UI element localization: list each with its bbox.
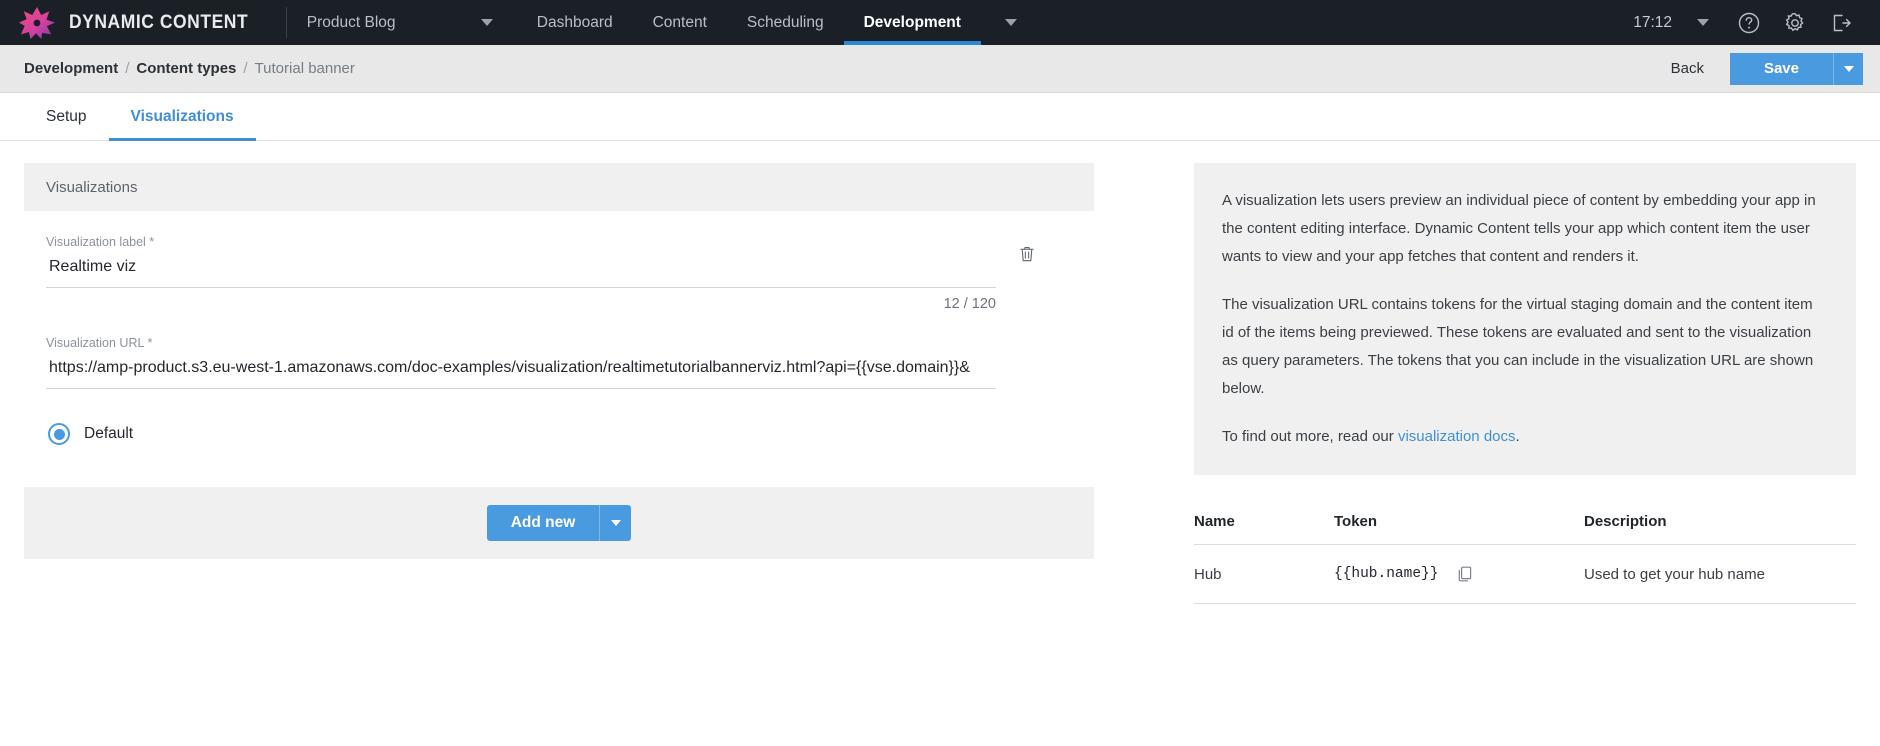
nav-item-scheduling[interactable]: Scheduling [727, 0, 844, 45]
brand-logo-group[interactable]: DYNAMIC CONTENT [0, 0, 286, 45]
visualizations-panel: Visualizations Visualization label * 12 … [24, 163, 1094, 559]
visualizations-editor-column: Visualizations Visualization label * 12 … [24, 163, 1094, 746]
table-row: Hub {{hub.name}} Used to get your hub na… [1194, 544, 1856, 604]
panel-header: Visualizations [24, 163, 1094, 211]
visualization-label-input[interactable] [46, 258, 996, 288]
site-selector[interactable]: Product Blog [287, 0, 457, 45]
breadcrumb-bar: Development / Content types / Tutorial b… [0, 45, 1880, 93]
visualization-label-counter: 12 / 120 [943, 296, 996, 312]
clock-menu-caret[interactable] [1680, 0, 1726, 45]
save-button[interactable]: Save [1729, 52, 1833, 85]
copy-token-button[interactable] [1456, 565, 1474, 583]
breadcrumb-separator: / [243, 60, 248, 77]
token-table-header-row: Name Token Description [1194, 513, 1856, 545]
token-row-token-cell: {{hub.name}} [1334, 544, 1584, 604]
add-new-dropdown-button[interactable] [599, 505, 632, 541]
site-selector-label: Product Blog [306, 13, 396, 31]
site-selector-caret[interactable] [457, 0, 517, 45]
tab-label: Setup [46, 107, 87, 125]
nav-item-label: Scheduling [746, 13, 824, 31]
default-radio-button[interactable] [48, 423, 70, 445]
gear-icon [1785, 12, 1804, 31]
copy-icon [1459, 566, 1472, 582]
help-paragraph-2: The visualization URL contains tokens fo… [1222, 296, 1814, 397]
nav-item-development[interactable]: Development [843, 0, 982, 45]
default-radio-row[interactable]: Default [46, 423, 1072, 445]
panel-footer: Add new [24, 487, 1094, 559]
help-circle-icon [1738, 12, 1760, 33]
add-new-button-group: Add new [486, 505, 632, 541]
visualization-url-input[interactable] [46, 359, 996, 389]
token-table-head: Name Token Description [1194, 513, 1856, 545]
nav-items: Product Blog Dashboard Content Schedulin… [287, 0, 1041, 45]
settings-button[interactable] [1772, 0, 1818, 45]
token-row-name: Hub [1194, 544, 1334, 604]
help-docs-line: To find out more, read our visualization… [1222, 423, 1828, 451]
nav-item-label: Dashboard [536, 13, 613, 31]
add-new-button[interactable]: Add new [486, 505, 600, 541]
token-row-description: Used to get your hub name [1584, 544, 1856, 604]
help-card: A visualization lets users preview an in… [1194, 163, 1856, 475]
chevron-down-icon [480, 19, 493, 26]
clock-display: 17:12 [1633, 13, 1672, 31]
visualization-url-field: Visualization URL * [46, 336, 1072, 389]
nav-right-group: 17:12 [1633, 0, 1880, 45]
radio-selected-dot [53, 428, 65, 440]
save-button-group: Save [1729, 52, 1863, 85]
chevron-down-icon [1004, 19, 1017, 26]
help-docs-suffix: . [1515, 428, 1520, 445]
visualization-docs-link[interactable]: visualization docs [1398, 428, 1516, 445]
back-button[interactable]: Back [1645, 60, 1730, 77]
dynamic-content-logo-icon [19, 6, 55, 39]
nav-item-dashboard[interactable]: Dashboard [517, 0, 633, 45]
main-content: Visualizations Visualization label * 12 … [0, 141, 1880, 746]
token-table-body: Hub {{hub.name}} Used to get your hub na… [1194, 544, 1856, 604]
save-dropdown-button[interactable] [1833, 52, 1863, 85]
chevron-down-icon [610, 520, 621, 526]
panel-title: Visualizations [46, 178, 138, 196]
help-button[interactable] [1726, 0, 1772, 45]
breadcrumb-separator: / [125, 60, 130, 77]
token-row-token: {{hub.name}} [1334, 566, 1439, 582]
visualization-label-field: Visualization label * 12 / 120 [46, 235, 1072, 312]
brand-title: DYNAMIC CONTENT [69, 11, 249, 33]
nav-item-label: Development [863, 13, 961, 31]
breadcrumb: Development / Content types / Tutorial b… [24, 60, 355, 77]
breadcrumb-item-content-types[interactable]: Content types [136, 60, 236, 77]
top-navigation-bar: DYNAMIC CONTENT Product Blog Dashboard C… [0, 0, 1880, 45]
tab-label: Visualizations [130, 107, 234, 125]
panel-body: Visualization label * 12 / 120 Visualiza… [24, 211, 1094, 477]
help-docs-prefix: To find out more, read our [1222, 428, 1398, 445]
token-column-name: Name [1194, 513, 1334, 545]
visualization-url-caption: Visualization URL * [46, 336, 153, 350]
token-cell-inner: {{hub.name}} [1334, 565, 1584, 583]
logout-icon [1833, 14, 1851, 31]
nav-item-label: Content [652, 13, 707, 31]
logout-button[interactable] [1818, 0, 1864, 45]
help-paragraph-1: A visualization lets users preview an in… [1222, 192, 1816, 265]
tab-setup[interactable]: Setup [24, 93, 109, 140]
page-actions: Back Save [1645, 52, 1863, 85]
token-column-description: Description [1584, 513, 1856, 545]
development-menu-caret[interactable] [981, 0, 1041, 45]
help-column: A visualization lets users preview an in… [1094, 163, 1856, 746]
chevron-down-icon [1843, 65, 1854, 72]
breadcrumb-item-development[interactable]: Development [24, 60, 118, 77]
nav-item-content[interactable]: Content [633, 0, 727, 45]
token-column-token: Token [1334, 513, 1584, 545]
token-table: Name Token Description Hub {{hub.name}} [1194, 513, 1856, 604]
tab-visualizations[interactable]: Visualizations [108, 93, 256, 141]
breadcrumb-item-tutorial-banner: Tutorial banner [254, 60, 355, 77]
chevron-down-icon [1697, 19, 1709, 26]
visualization-label-caption: Visualization label * [46, 235, 155, 249]
default-radio-label: Default [84, 425, 134, 442]
content-type-tabs: Setup Visualizations [0, 93, 1880, 141]
